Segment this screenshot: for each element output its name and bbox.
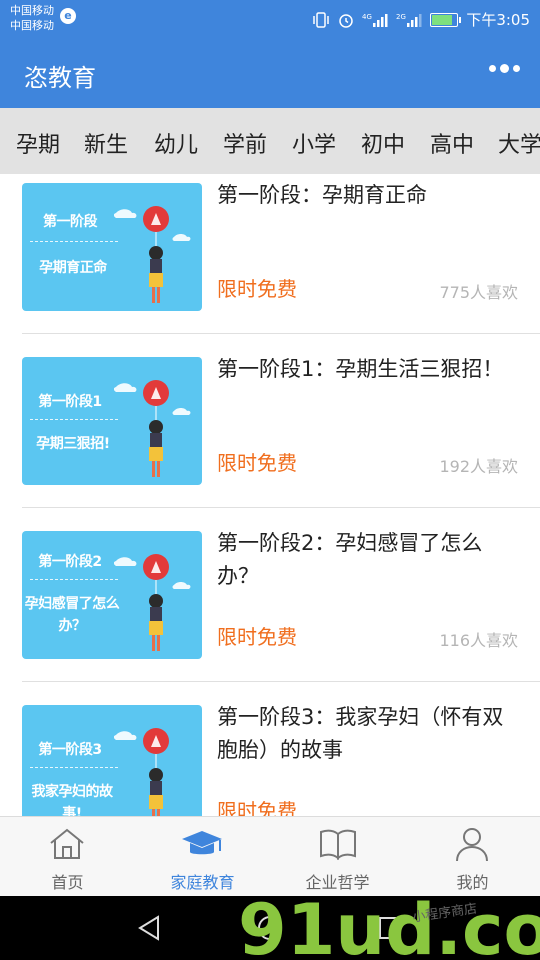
tab-middle-school[interactable]: 初中 [361, 127, 405, 159]
list-divider [22, 681, 540, 682]
battery-icon [430, 12, 462, 27]
status-icons: 4G 2G 下午3:05 [312, 9, 530, 30]
thumbnail-subtitle: 孕妇感冒了怎么办？ [24, 596, 120, 634]
tab-high-school[interactable]: 高中 [430, 127, 474, 159]
likes-count: 116人喜欢 [439, 631, 518, 650]
balloon-girl-illustration [114, 380, 191, 477]
thumbnail-title: 第一阶段2 [38, 554, 102, 570]
nav-home[interactable]: 首页 [0, 817, 135, 897]
price-label: 限时免费 [217, 277, 297, 301]
thumbnail-subtitle: 孕期育正命 [39, 260, 107, 276]
thumbnail-title: 第一阶段 [43, 214, 98, 230]
thumbnail-divider [30, 241, 118, 242]
alarm-icon [338, 12, 354, 28]
balloon-girl-illustration [114, 728, 169, 816]
list-item[interactable]: 第一阶段 孕期育正命 第一阶段：孕期育正命 限时免费 775人喜欢 [0, 174, 540, 339]
thumbnail-title: 第一阶段1 [38, 394, 102, 410]
app-title: 恣教育 [24, 64, 96, 92]
tab-pregnancy[interactable]: 孕期 [16, 127, 60, 159]
watermark-logo: 91ud.com 小程序商店 [238, 889, 540, 960]
more-dot-icon [500, 64, 509, 73]
tab-university[interactable]: 大学 [498, 127, 540, 159]
signal-2g-icon: 2G [396, 12, 422, 28]
vibrate-icon [312, 11, 330, 28]
thumbnail-divider [30, 767, 118, 768]
carrier-2: 中国移动 [10, 19, 54, 32]
clock: 下午3:05 [466, 11, 530, 29]
home-icon [50, 828, 84, 859]
signal-4g-icon: 4G [362, 12, 388, 28]
tab-preschool[interactable]: 学前 [223, 127, 267, 159]
thumbnail-divider [30, 419, 118, 420]
more-dot-icon [489, 65, 496, 72]
status-bar: 中国移动 中国移动 e 4G 2G 下午3:05 [0, 0, 540, 38]
graduation-cap-icon [182, 831, 222, 855]
balloon-girl-illustration [114, 206, 191, 303]
nav-home-label: 首页 [51, 873, 84, 892]
back-icon[interactable] [136, 914, 164, 942]
course-thumbnail: 第一阶段2 孕妇感冒了怎么办？ [22, 531, 202, 659]
course-thumbnail: 第一阶段 孕期育正命 [22, 183, 202, 311]
course-title: 第一阶段2：孕妇感冒了怎么办？ [217, 531, 483, 588]
battery-level [432, 14, 453, 25]
category-tabs: 孕期 新生 幼儿 学前 小学 初中 高中 大学 [0, 108, 540, 174]
tab-toddler[interactable]: 幼儿 [154, 127, 198, 159]
hd-call-icon: e [60, 8, 76, 24]
course-title: 第一阶段：孕期育正命 [217, 183, 427, 207]
list-divider [22, 333, 540, 334]
price-label: 限时免费 [217, 799, 297, 816]
balloon-girl-illustration [114, 554, 191, 651]
course-thumbnail: 第一阶段1 孕期三狠招! [22, 357, 202, 485]
list-item[interactable]: 第一阶段2 孕妇感冒了怎么办？ 第一阶段2：孕妇感冒了怎么办？ 限时免费 116… [0, 513, 540, 687]
more-options-button[interactable] [489, 64, 520, 73]
thumbnail-subtitle: 我家孕妇的故事! [31, 784, 114, 816]
course-thumbnail: 第一阶段3 我家孕妇的故事! [22, 705, 202, 816]
course-title: 第一阶段1：孕期生活三狠招！ [217, 357, 504, 381]
tab-primary-school[interactable]: 小学 [292, 127, 336, 159]
more-dot-icon [513, 65, 520, 72]
app-bar: 恣教育 [0, 38, 540, 108]
person-icon [456, 828, 488, 862]
course-list: 第一阶段 孕期育正命 第一阶段：孕期育正命 限时免费 775人喜欢 第一阶段1 [0, 174, 540, 816]
book-icon [320, 829, 356, 861]
list-item[interactable]: 第一阶段3 我家孕妇的故事! 第一阶段3：我家孕妇（怀有双胞胎）的故事 限时免费 [0, 687, 540, 816]
net-label-2: 2G [396, 13, 406, 21]
carrier-info: 中国移动 中国移动 [10, 3, 54, 33]
list-divider [22, 507, 540, 508]
tab-newborn[interactable]: 新生 [84, 127, 128, 159]
thumbnail-subtitle: 孕期三狠招! [36, 436, 110, 452]
carrier-1: 中国移动 [10, 4, 54, 17]
course-title: 第一阶段3：我家孕妇（怀有双胞胎）的故事 [217, 705, 504, 762]
list-item[interactable]: 第一阶段1 孕期三狠招! 第一阶段1：孕期生活三狠招！ 限时免费 192人喜欢 [0, 339, 540, 513]
likes-count: 192人喜欢 [439, 457, 518, 476]
likes-count: 775人喜欢 [439, 283, 518, 302]
thumbnail-title: 第一阶段3 [38, 742, 102, 758]
price-label: 限时免费 [217, 451, 297, 475]
net-label-1: 4G [362, 13, 372, 21]
price-label: 限时免费 [217, 625, 297, 649]
thumbnail-divider [30, 579, 118, 580]
watermark-text: 91ud.com [238, 889, 540, 960]
